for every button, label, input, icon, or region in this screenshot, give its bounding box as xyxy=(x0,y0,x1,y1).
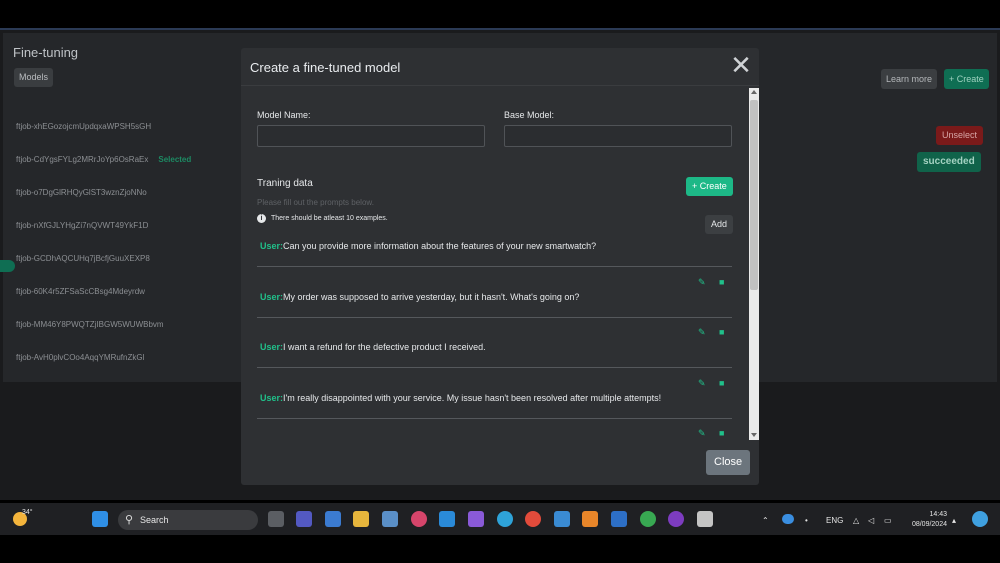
battery-icon[interactable]: ▭ xyxy=(884,516,892,525)
user-prefix: User: xyxy=(260,292,284,302)
taskbar: 34° ⚲ Search ⌃ • ENG △ ◁ ▭ 14:43 08/09/2… xyxy=(0,503,1000,535)
notepad-icon[interactable] xyxy=(554,511,570,527)
job-id: ftjob-CdYgsFYLg2MRrJoYp6OsRaEx xyxy=(16,155,149,164)
model-name-field[interactable] xyxy=(257,125,485,147)
modal-scrollbar[interactable] xyxy=(749,88,759,440)
scroll-down-icon[interactable] xyxy=(751,433,757,437)
modal-title: Create a fine-tuned model xyxy=(250,60,401,75)
vscode-icon[interactable] xyxy=(439,511,455,527)
page-title: Fine-tuning xyxy=(13,45,79,60)
edit-icon[interactable]: ✎ xyxy=(698,278,707,287)
add-button[interactable]: Add xyxy=(705,215,734,234)
base-model-label: Base Model: xyxy=(504,110,555,120)
info-text: There should be atleast 10 examples. xyxy=(271,215,388,222)
info-note: i There should be atleast 10 examples. xyxy=(257,214,388,223)
edit-icon[interactable]: ✎ xyxy=(698,379,707,388)
close-button[interactable]: Close xyxy=(706,450,751,475)
divider xyxy=(257,266,732,267)
user-prefix: User: xyxy=(260,241,284,251)
browser-icon[interactable] xyxy=(668,511,684,527)
modal-divider xyxy=(241,85,759,86)
chevron-up-icon[interactable]: ⌃ xyxy=(762,516,769,525)
volume-icon[interactable]: ◁ xyxy=(868,516,874,525)
status-badge: succeeded xyxy=(917,152,981,172)
clock[interactable]: 14:43 08/09/2024 xyxy=(903,510,947,530)
divider xyxy=(257,418,732,419)
close-icon[interactable]: ✕ xyxy=(729,52,753,78)
trash-icon[interactable]: ■ xyxy=(719,379,728,388)
user-prefix: User: xyxy=(260,393,284,403)
prompt-text: Can you provide more information about t… xyxy=(283,241,597,251)
job-item[interactable]: ftjob-GCDhAQCUHq7jBcfjGuuXEXP8 xyxy=(16,254,150,263)
prompt-item: User:I want a refund for the defective p… xyxy=(260,342,486,352)
prompt-item: User:My order was supposed to arrive yes… xyxy=(260,292,579,302)
create-model-modal: Create a fine-tuned model ✕ Model Name: … xyxy=(241,48,759,485)
edit-icon[interactable]: ✎ xyxy=(698,429,707,438)
prompt-item: User:Can you provide more information ab… xyxy=(260,241,596,251)
copilot-icon[interactable] xyxy=(972,511,988,527)
trash-icon[interactable]: ■ xyxy=(719,278,728,287)
slack-icon[interactable] xyxy=(411,511,427,527)
prompt-text: I want a refund for the defective produc… xyxy=(283,342,486,352)
photos-icon[interactable] xyxy=(382,511,398,527)
job-item[interactable]: ftjob-o7DgGlRHQyGlST3wznZjoNNo xyxy=(16,188,147,197)
snipping-tool-icon[interactable] xyxy=(697,511,713,527)
job-item[interactable]: ftjob-CdYgsFYLg2MRrJoYp6OsRaEx Selected xyxy=(16,155,191,164)
wifi-icon[interactable]: △ xyxy=(853,516,859,525)
chrome-active-icon[interactable] xyxy=(640,511,656,527)
search-icon: ⚲ xyxy=(125,514,134,526)
screen: Fine-tuning Models Learn more + Create f… xyxy=(0,0,1000,563)
prompt-text: My order was supposed to arrive yesterda… xyxy=(283,292,580,302)
outlook-icon[interactable] xyxy=(611,511,627,527)
scroll-thumb[interactable] xyxy=(750,100,758,290)
divider xyxy=(257,317,732,318)
trash-icon[interactable]: ■ xyxy=(719,429,728,438)
info-icon: i xyxy=(257,214,266,223)
selected-tag: Selected xyxy=(158,155,192,164)
create-prompt-button[interactable]: + Create xyxy=(686,177,733,196)
model-name-label: Model Name: xyxy=(257,110,311,120)
store-icon[interactable] xyxy=(325,511,341,527)
windows-start-icon[interactable] xyxy=(92,511,108,527)
scroll-up-icon[interactable] xyxy=(751,90,757,94)
file-explorer-icon[interactable] xyxy=(353,511,369,527)
hint-text: Please fill out the prompts below. xyxy=(257,198,374,207)
learn-more-button[interactable]: Learn more xyxy=(881,69,938,89)
language-indicator[interactable]: ENG xyxy=(826,516,843,525)
notification-bell-icon[interactable]: ▴ xyxy=(952,516,956,525)
task-view-icon[interactable] xyxy=(268,511,284,527)
job-item[interactable]: ftjob-MM46Y8PWQTZjIBGW5WUWBbvm xyxy=(16,320,164,329)
prompt-text: I'm really disappointed with your servic… xyxy=(283,393,662,403)
search-label: Search xyxy=(140,515,169,525)
prompt-item: User:I'm really disappointed with your s… xyxy=(260,393,661,403)
clock-date: 08/09/2024 xyxy=(911,521,947,528)
trash-icon[interactable]: ■ xyxy=(719,328,728,337)
onedrive-icon[interactable] xyxy=(782,514,794,524)
base-model-field[interactable] xyxy=(504,125,732,147)
user-prefix: User: xyxy=(260,342,284,352)
vlc-icon[interactable] xyxy=(582,511,598,527)
edge-icon[interactable] xyxy=(497,511,513,527)
edit-icon[interactable]: ✎ xyxy=(698,328,707,337)
chrome-icon[interactable] xyxy=(525,511,541,527)
job-item[interactable]: ftjob-60K4r5ZFSaScCBsg4Mdeyrdw xyxy=(16,287,145,296)
training-data-title: Traning data xyxy=(257,178,313,189)
side-tab-handle[interactable] xyxy=(0,260,15,272)
unselect-button[interactable]: Unselect xyxy=(936,126,984,145)
clock-time: 14:43 xyxy=(929,511,947,518)
taskbar-search[interactable]: ⚲ Search xyxy=(118,510,258,530)
weather-temp: 34° xyxy=(22,509,33,516)
job-item[interactable]: ftjob-xhEGozojcmUpdqxaWPSH5sGH xyxy=(16,122,151,131)
visual-studio-icon[interactable] xyxy=(468,511,484,527)
teams-icon[interactable] xyxy=(296,511,312,527)
models-button[interactable]: Models xyxy=(14,68,54,87)
job-item[interactable]: ftjob-nXfGJLYHgZi7nQVWT49YkF1D xyxy=(16,221,148,230)
job-item[interactable]: ftjob-AvH0plvCOo4AqqYMRufnZkGl xyxy=(16,353,144,362)
create-job-button[interactable]: + Create xyxy=(944,69,989,89)
microphone-icon[interactable]: • xyxy=(805,516,808,525)
divider xyxy=(257,367,732,368)
